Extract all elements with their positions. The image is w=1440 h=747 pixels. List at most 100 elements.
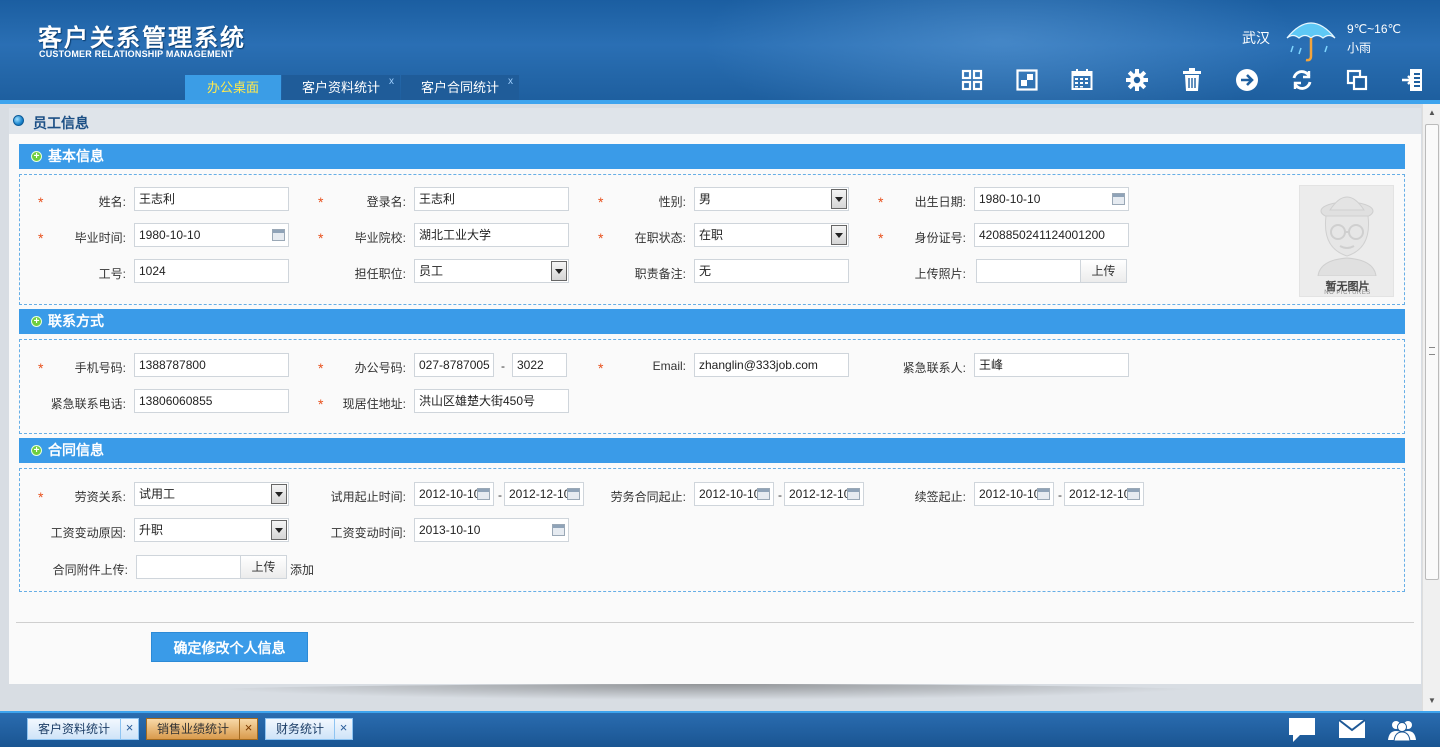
tab-contract-stats[interactable]: 客户合同统计 x xyxy=(401,75,520,100)
scroll-up-arrow-icon[interactable]: ▲ xyxy=(1425,106,1439,120)
position-value: 员工 xyxy=(419,264,444,278)
trial-start-input[interactable]: 2012-10-10 xyxy=(414,482,494,506)
users-icon[interactable] xyxy=(1387,719,1417,744)
upload-photo-button[interactable]: 上传 xyxy=(1080,259,1127,283)
tab-close-icon[interactable]: x xyxy=(508,69,513,94)
gender-select[interactable]: 男 xyxy=(694,187,849,211)
vertical-scrollbar[interactable]: ▲ ▼ xyxy=(1422,104,1440,711)
wage-change-time-input[interactable]: 2013-10-10 xyxy=(414,518,569,542)
calendar-icon[interactable] xyxy=(1054,66,1109,94)
mobile-label: 手机号码: xyxy=(74,361,126,375)
app-title: 客户关系管理系统 xyxy=(38,25,246,52)
copy-icon[interactable] xyxy=(1329,66,1384,94)
id-card-input[interactable]: 4208850241124001200 xyxy=(974,223,1129,247)
weather-description: 小雨 xyxy=(1347,41,1372,55)
emergency-contact-input[interactable]: 王峰 xyxy=(974,353,1129,377)
service-start-input[interactable]: 2012-10-10 xyxy=(694,482,774,506)
gender-label: 性别: xyxy=(658,195,686,209)
employee-number-label: 工号: xyxy=(98,267,126,281)
employee-number-input[interactable]: 1024 xyxy=(134,259,289,283)
bottom-tab-sales-stats[interactable]: 销售业绩统计 × xyxy=(146,718,258,740)
office-area-input[interactable]: 027-8787005 xyxy=(414,353,494,377)
calendar-icon[interactable] xyxy=(1127,488,1140,500)
tab-close-icon[interactable]: x xyxy=(389,69,394,94)
duty-notes-input[interactable]: 无 xyxy=(694,259,849,283)
duty-notes-label: 职责备注: xyxy=(634,267,686,281)
calendar-icon[interactable] xyxy=(552,524,565,536)
service-end-value: 2012-12-10 xyxy=(789,487,851,501)
calendar-icon[interactable] xyxy=(477,488,490,500)
calendar-icon[interactable] xyxy=(757,488,770,500)
section-title: 基本信息 xyxy=(48,148,104,164)
mail-icon[interactable] xyxy=(1338,719,1366,742)
close-icon[interactable]: × xyxy=(334,719,352,739)
attachment-file-input[interactable] xyxy=(136,555,242,579)
gear-icon[interactable] xyxy=(1109,66,1164,94)
submit-button[interactable]: 确定修改个人信息 xyxy=(151,632,308,662)
calendar-icon[interactable] xyxy=(847,488,860,500)
scrollbar-thumb[interactable] xyxy=(1425,124,1439,580)
bottom-tab-customer-stats[interactable]: 客户资料统计 × xyxy=(27,718,139,740)
scrollbar-grip xyxy=(1429,347,1435,355)
labor-relation-value: 试用工 xyxy=(139,487,176,501)
logout-icon[interactable] xyxy=(1384,66,1439,94)
position-select[interactable]: 员工 xyxy=(414,259,569,283)
section-contact[interactable]: + 联系方式 xyxy=(19,309,1405,334)
page-title: 员工信息 xyxy=(33,115,89,131)
graduation-time-input[interactable]: 1980-10-10 xyxy=(134,223,289,247)
address-input[interactable]: 洪山区雄楚大街450号 xyxy=(414,389,569,413)
trial-end-input[interactable]: 2012-12-10 xyxy=(504,482,584,506)
arrow-right-icon[interactable] xyxy=(1219,66,1274,94)
dropdown-arrow-icon[interactable] xyxy=(551,261,567,281)
renewal-start-input[interactable]: 2012-10-10 xyxy=(974,482,1054,506)
dropdown-arrow-icon[interactable] xyxy=(831,189,847,209)
labor-relation-select[interactable]: 试用工 xyxy=(134,482,289,506)
weather-city: 武汉 xyxy=(1242,30,1270,46)
calendar-icon[interactable] xyxy=(1112,193,1125,205)
tab-label: 客户合同统计 xyxy=(421,80,500,95)
email-label: Email: xyxy=(652,359,686,373)
section-basic-info[interactable]: + 基本信息 xyxy=(19,144,1405,169)
dropdown-arrow-icon[interactable] xyxy=(271,484,287,504)
office-ext-input[interactable]: 3022 xyxy=(512,353,567,377)
bottom-tab-label: 客户资料统计 xyxy=(38,722,111,736)
tab-customer-stats[interactable]: 客户资料统计 x xyxy=(282,75,401,100)
dropdown-arrow-icon[interactable] xyxy=(271,520,287,540)
calendar-icon[interactable] xyxy=(567,488,580,500)
chat-icon[interactable] xyxy=(1288,717,1316,746)
employment-status-select[interactable]: 在职 xyxy=(694,223,849,247)
renewal-end-input[interactable]: 2012-12-10 xyxy=(1064,482,1144,506)
calendar-icon[interactable] xyxy=(272,229,285,241)
expand-plus-icon[interactable]: + xyxy=(31,151,42,162)
school-input[interactable]: 湖北工业大学 xyxy=(414,223,569,247)
emergency-phone-input[interactable]: 13806060855 xyxy=(134,389,289,413)
service-end-input[interactable]: 2012-12-10 xyxy=(784,482,864,506)
window-icon[interactable] xyxy=(999,66,1054,94)
upload-attachment-button[interactable]: 上传 xyxy=(240,555,287,579)
section-contract[interactable]: + 合同信息 xyxy=(19,438,1405,463)
tab-office-desktop[interactable]: 办公桌面 xyxy=(185,75,281,100)
email-input[interactable]: zhanglin@333job.com xyxy=(694,353,849,377)
photo-file-input[interactable] xyxy=(976,259,1082,283)
required-mark: * xyxy=(38,489,44,505)
close-icon[interactable]: × xyxy=(239,719,257,739)
birthdate-input[interactable]: 1980-10-10 xyxy=(974,187,1129,211)
bottom-tab-finance-stats[interactable]: 财务统计 × xyxy=(265,718,353,740)
address-label: 现居住地址: xyxy=(342,397,406,411)
login-input[interactable]: 王志利 xyxy=(414,187,569,211)
name-input[interactable]: 王志利 xyxy=(134,187,289,211)
close-icon[interactable]: × xyxy=(120,719,138,739)
main-pane: 员工信息 + 基本信息 * 姓名: 王志利 * 登录名: 王志利 * 性别: 男… xyxy=(9,108,1421,684)
wage-change-reason-select[interactable]: 升职 xyxy=(134,518,289,542)
grid-icon[interactable] xyxy=(944,66,999,94)
calendar-icon[interactable] xyxy=(1037,488,1050,500)
dropdown-arrow-icon[interactable] xyxy=(831,225,847,245)
trash-icon[interactable] xyxy=(1164,66,1219,94)
weather-temperature: 9℃~16℃ xyxy=(1347,22,1401,36)
scroll-down-arrow-icon[interactable]: ▼ xyxy=(1425,694,1439,708)
expand-plus-icon[interactable]: + xyxy=(31,445,42,456)
add-attachment-link[interactable]: 添加 xyxy=(290,561,316,578)
mobile-input[interactable]: 1388787800 xyxy=(134,353,289,377)
expand-plus-icon[interactable]: + xyxy=(31,316,42,327)
refresh-icon[interactable] xyxy=(1274,66,1329,94)
